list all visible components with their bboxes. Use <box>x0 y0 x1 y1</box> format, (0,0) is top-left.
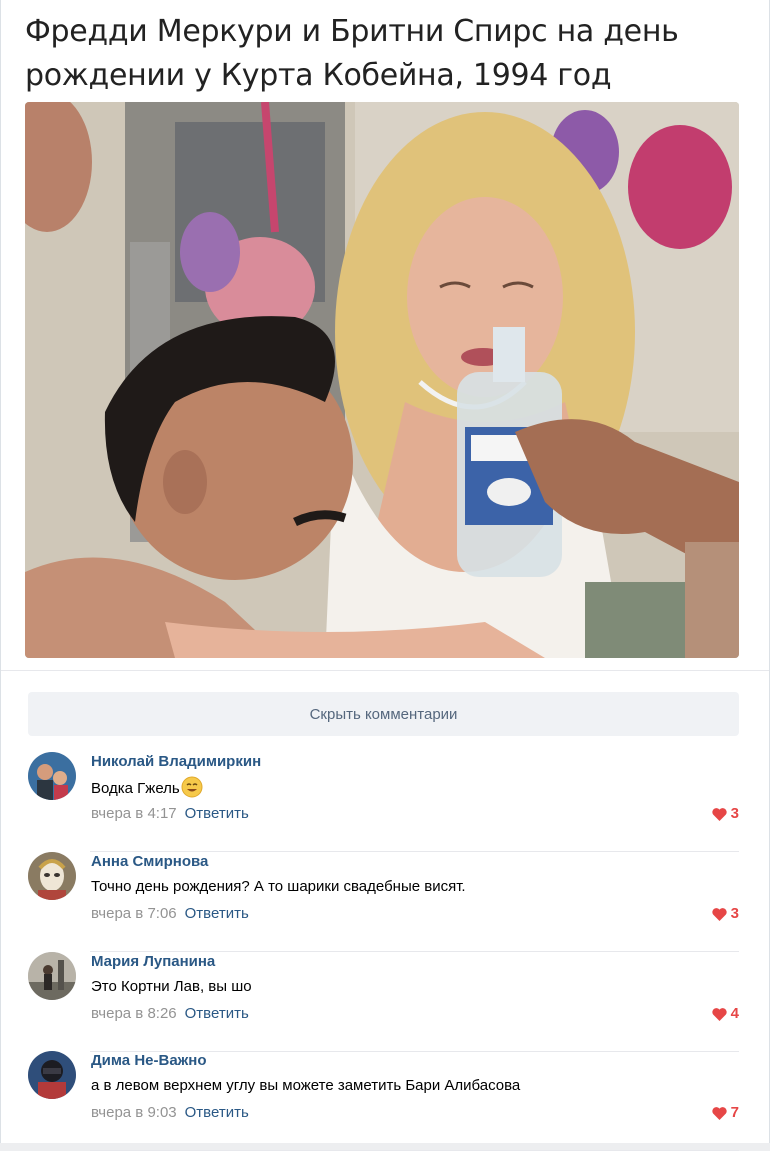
comment-time[interactable]: вчера в 8:26 <box>91 1005 177 1022</box>
avatar-photo-icon <box>28 752 76 800</box>
like-button[interactable]: 4 <box>711 1004 739 1024</box>
heart-icon <box>711 907 727 921</box>
like-button[interactable]: 3 <box>711 804 739 824</box>
post-title-line-1: Фредди Меркури и Бритни Спирс на день <box>25 14 679 49</box>
like-count: 7 <box>730 1104 739 1121</box>
comment-item: Николай Владимиркин Водка Гжель вчера в … <box>28 752 739 852</box>
avatar-photo-icon <box>28 1051 76 1099</box>
post-card: Фредди Меркури и Бритни Спирс на день ро… <box>0 0 770 1151</box>
comment-item: Мария Лупанина Это Кортни Лав, вы шо вче… <box>28 952 739 1052</box>
avatar-photo-icon <box>28 852 76 900</box>
comment-meta: вчера в 8:26 Ответить <box>91 1004 249 1024</box>
comment-meta: вчера в 9:03 Ответить <box>91 1103 249 1123</box>
post-title: Фредди Меркури и Бритни Спирс на день ро… <box>25 10 745 98</box>
heart-icon <box>711 1106 727 1120</box>
comment-meta: вчера в 4:17 Ответить <box>91 804 249 824</box>
reply-button[interactable]: Ответить <box>185 905 249 922</box>
comment-text: Водка Гжель <box>91 776 203 800</box>
comment-author[interactable]: Анна Смирнова <box>91 852 208 872</box>
comment-time[interactable]: вчера в 4:17 <box>91 805 177 822</box>
avatar[interactable] <box>28 852 76 900</box>
smiling-face-emoji-icon <box>181 776 203 798</box>
comment-text-body: Водка Гжель <box>91 780 180 797</box>
comment-meta: вчера в 7:06 Ответить <box>91 904 249 924</box>
comment-author[interactable]: Дима Не-Важно <box>91 1051 207 1071</box>
avatar-photo-icon <box>28 952 76 1000</box>
avatar[interactable] <box>28 952 76 1000</box>
comment-text: Это Кортни Лав, вы шо <box>91 978 252 995</box>
post-photo[interactable] <box>25 102 739 658</box>
comment-text: а в левом верхнем углу вы можете заметит… <box>91 1077 521 1094</box>
heart-icon <box>711 807 727 821</box>
comment-item: Дима Не-Важно а в левом верхнем углу вы … <box>28 1051 739 1151</box>
comment-time[interactable]: вчера в 7:06 <box>91 905 177 922</box>
like-count: 4 <box>730 1005 739 1022</box>
avatar[interactable] <box>28 1051 76 1099</box>
reply-button[interactable]: Ответить <box>185 1005 249 1022</box>
like-button[interactable]: 3 <box>711 904 739 924</box>
comment-author[interactable]: Мария Лупанина <box>91 952 215 972</box>
comment-item: Анна Смирнова Точно день рождения? А то … <box>28 852 739 952</box>
hide-comments-button[interactable]: Скрыть комментарии <box>28 692 739 736</box>
comment-author[interactable]: Николай Владимиркин <box>91 752 261 772</box>
comment-text: Точно день рождения? А то шарики свадебн… <box>91 878 466 895</box>
reply-button[interactable]: Ответить <box>185 805 249 822</box>
like-count: 3 <box>730 905 739 922</box>
party-photo-illustration <box>25 102 739 658</box>
like-count: 3 <box>730 805 739 822</box>
like-button[interactable]: 7 <box>711 1103 739 1123</box>
divider <box>1 670 769 671</box>
avatar[interactable] <box>28 752 76 800</box>
heart-icon <box>711 1007 727 1021</box>
comment-time[interactable]: вчера в 9:03 <box>91 1104 177 1121</box>
post-title-line-2: рождении у Курта Кобейна, 1994 год <box>25 58 612 93</box>
reply-button[interactable]: Ответить <box>185 1104 249 1121</box>
